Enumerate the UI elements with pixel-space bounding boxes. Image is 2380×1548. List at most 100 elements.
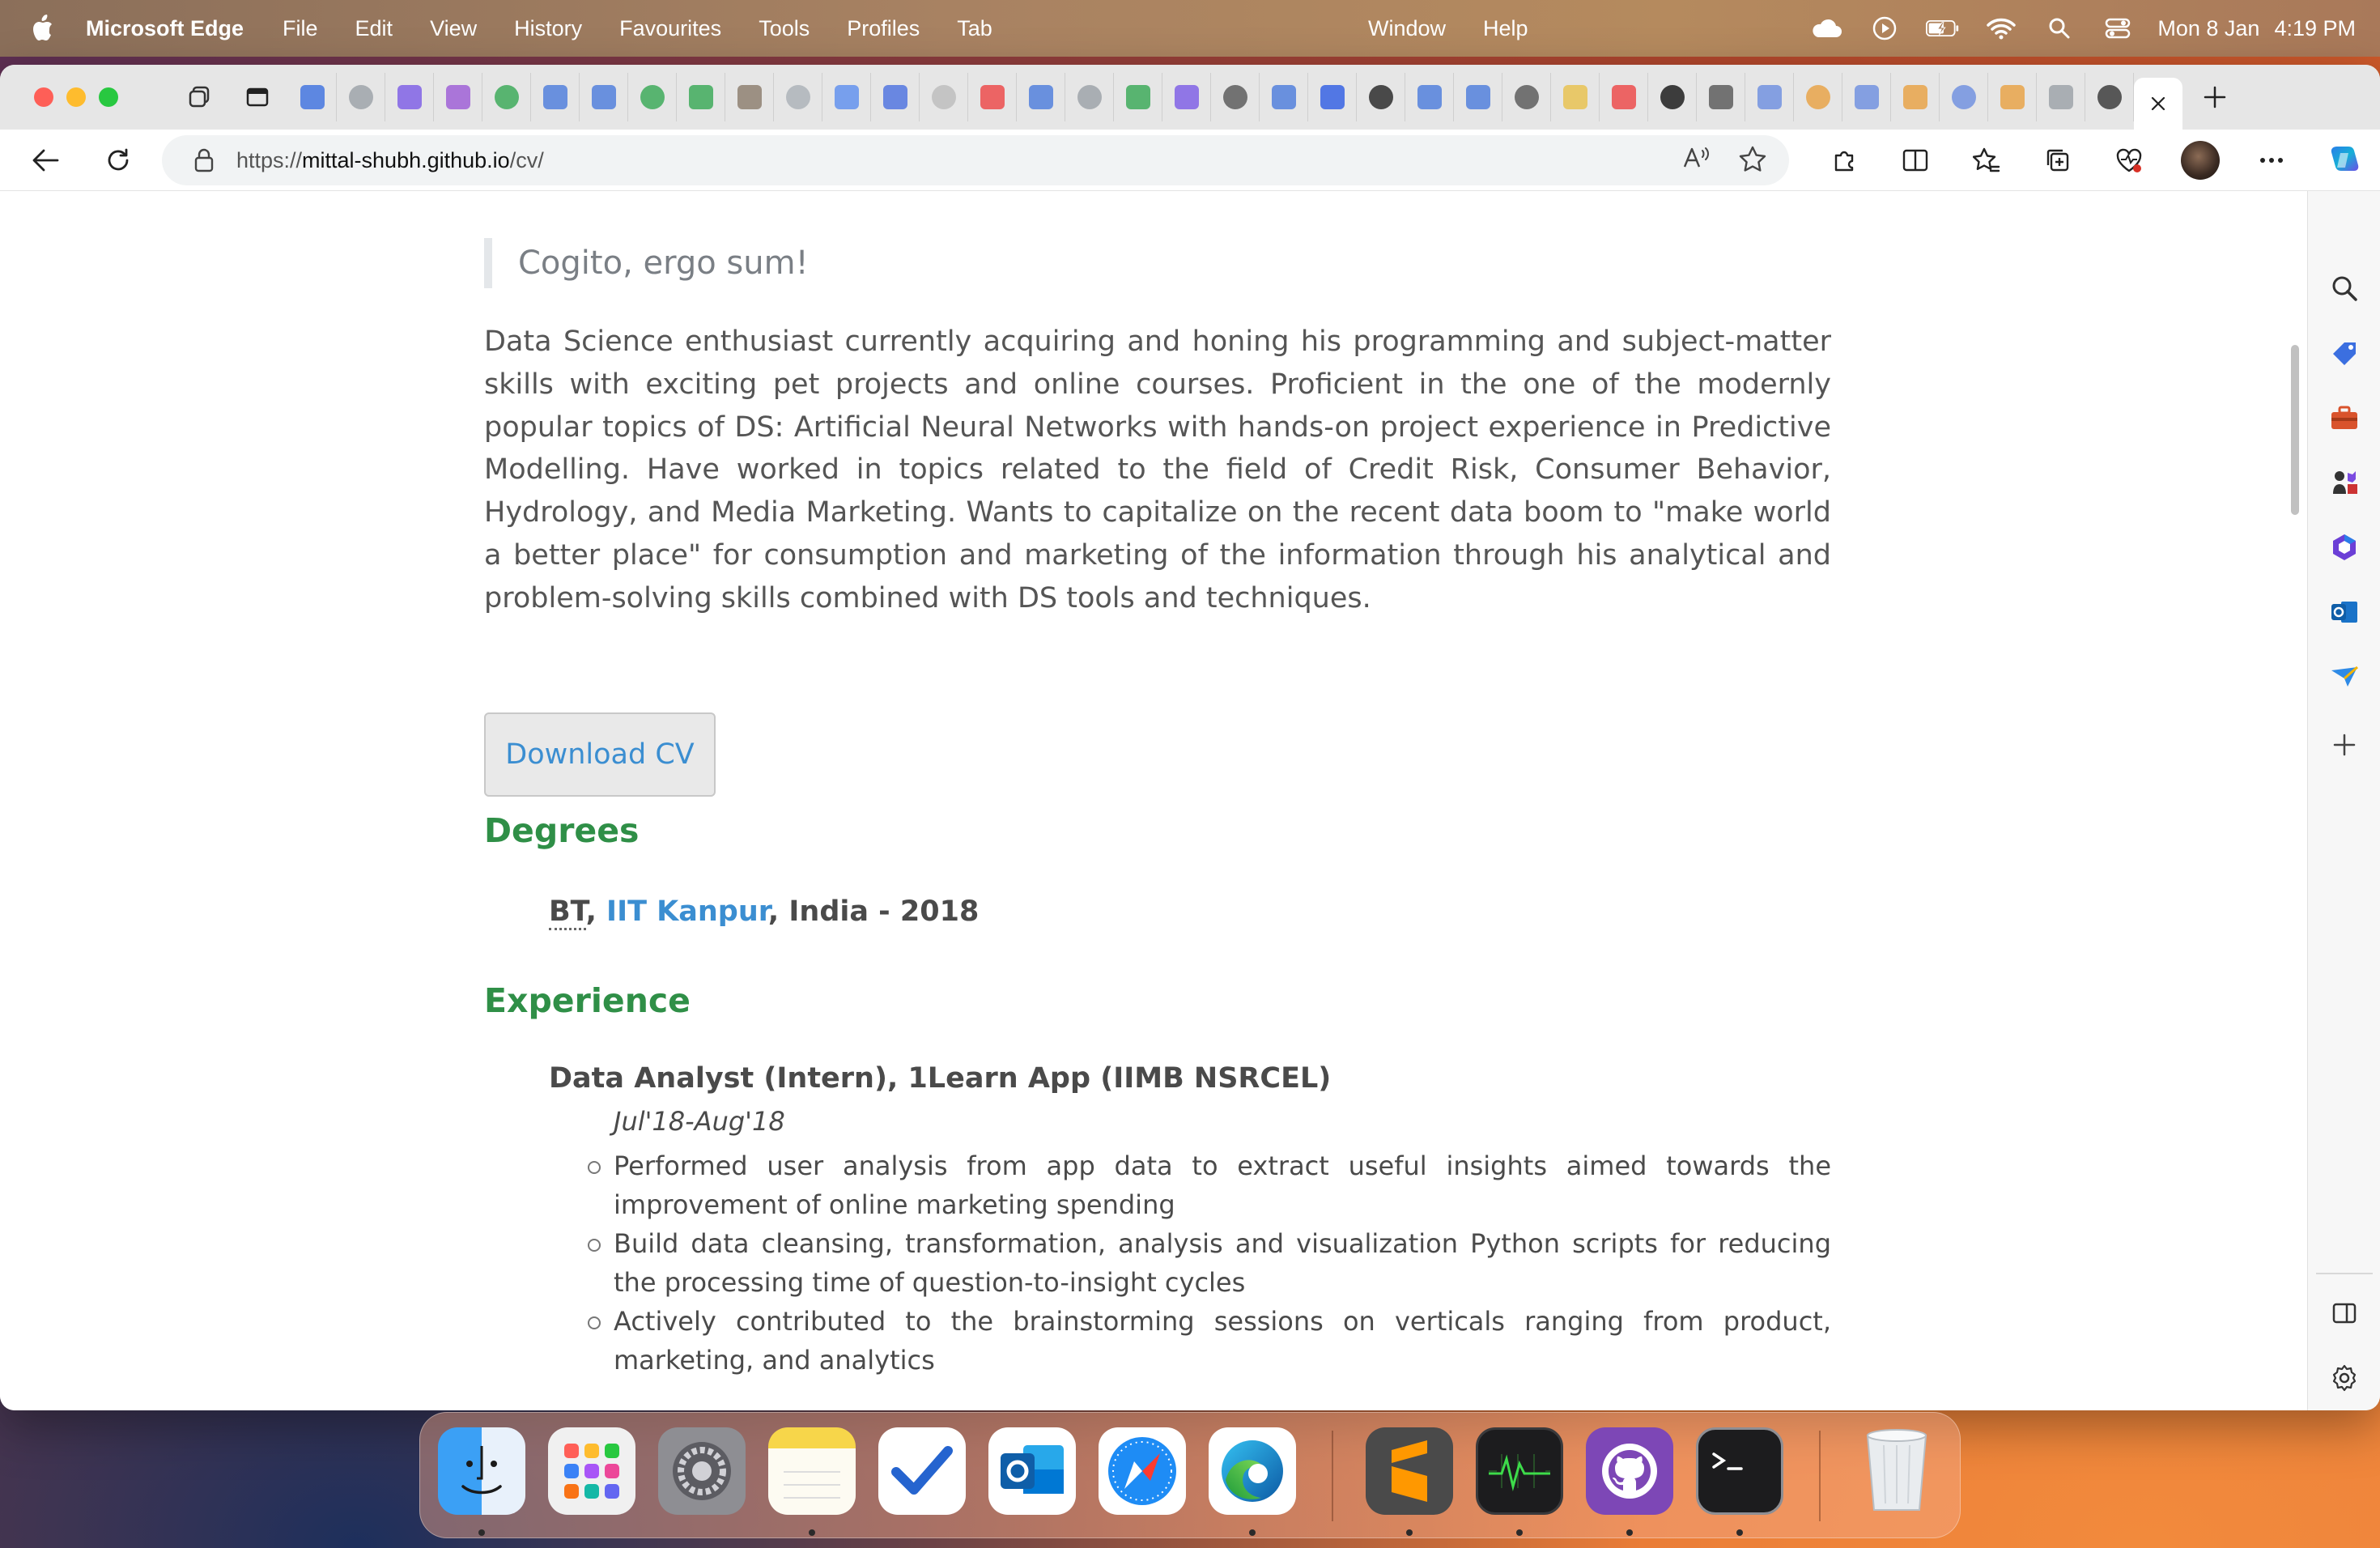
- menubar-clock[interactable]: Mon 8 Jan 4:19 PM: [2157, 16, 2356, 41]
- browser-tab[interactable]: [1405, 73, 1454, 121]
- close-window-button[interactable]: [34, 87, 53, 107]
- workspaces-icon[interactable]: [175, 73, 223, 121]
- extensions-icon[interactable]: [1820, 136, 1868, 185]
- browser-essentials-icon[interactable]: [2105, 136, 2153, 185]
- browser-tab[interactable]: [531, 73, 580, 121]
- browser-tab[interactable]: [871, 73, 920, 121]
- refresh-button[interactable]: [94, 136, 142, 185]
- browser-tab[interactable]: [628, 73, 677, 121]
- outlook-icon[interactable]: [2325, 593, 2364, 632]
- browser-tab[interactable]: [434, 73, 482, 121]
- play-icon[interactable]: [1868, 15, 1902, 42]
- profile-avatar[interactable]: [2176, 136, 2225, 185]
- degree-abbr[interactable]: BT: [549, 895, 586, 930]
- menu-history[interactable]: History: [514, 16, 582, 41]
- notes-icon[interactable]: [768, 1427, 856, 1515]
- vertical-tabs-icon[interactable]: [233, 73, 282, 121]
- copilot-icon[interactable]: [2320, 136, 2369, 185]
- collections-icon[interactable]: [2034, 136, 2082, 185]
- browser-tab[interactable]: [1211, 73, 1260, 121]
- browser-tab[interactable]: [2085, 73, 2134, 121]
- trash-icon[interactable]: [1853, 1427, 1940, 1515]
- back-button[interactable]: [21, 136, 70, 185]
- menu-tools[interactable]: Tools: [759, 16, 810, 41]
- browser-tab[interactable]: [1648, 73, 1697, 121]
- new-tab-button[interactable]: [2191, 73, 2239, 121]
- browser-tab[interactable]: [677, 73, 725, 121]
- more-menu-icon[interactable]: [2247, 136, 2296, 185]
- read-aloud-icon[interactable]: [1682, 146, 1711, 175]
- menu-app-name[interactable]: Microsoft Edge: [86, 16, 244, 41]
- icloud-icon[interactable]: [1809, 15, 1843, 42]
- menu-help[interactable]: Help: [1483, 16, 1528, 41]
- browser-tab[interactable]: [1940, 73, 1988, 121]
- sublime-text-icon[interactable]: [1366, 1427, 1453, 1515]
- browser-tab[interactable]: [1017, 73, 1065, 121]
- menu-edit[interactable]: Edit: [355, 16, 393, 41]
- apple-logo-icon[interactable]: [28, 12, 57, 45]
- edge-icon[interactable]: [1209, 1427, 1296, 1515]
- add-icon[interactable]: [2325, 725, 2364, 764]
- github-desktop-icon[interactable]: [1586, 1427, 1673, 1515]
- menu-file[interactable]: File: [283, 16, 318, 41]
- favorite-star-icon[interactable]: [1739, 146, 1766, 175]
- outlook-icon[interactable]: [988, 1427, 1076, 1515]
- browser-tab[interactable]: [1697, 73, 1745, 121]
- browser-tab[interactable]: [1551, 73, 1600, 121]
- activity-monitor-icon[interactable]: [1476, 1427, 1563, 1515]
- terminal-icon[interactable]: [1696, 1427, 1783, 1515]
- browser-tab[interactable]: [1745, 73, 1794, 121]
- battery-icon[interactable]: [1926, 15, 1960, 42]
- shopping-tag-icon[interactable]: [2325, 334, 2364, 372]
- browser-tab[interactable]: [1988, 73, 2037, 121]
- menu-window[interactable]: Window: [1368, 16, 1446, 41]
- send-icon[interactable]: [2325, 657, 2364, 696]
- safari-icon[interactable]: [1099, 1427, 1186, 1515]
- browser-tab[interactable]: [1502, 73, 1551, 121]
- browser-tab[interactable]: [337, 73, 385, 121]
- finder-icon[interactable]: [438, 1427, 525, 1515]
- tasks-icon[interactable]: [878, 1427, 966, 1515]
- browser-tab[interactable]: [1454, 73, 1502, 121]
- browser-tab[interactable]: [822, 73, 871, 121]
- browser-tab[interactable]: [385, 73, 434, 121]
- browser-tab[interactable]: [482, 73, 531, 121]
- browser-tab[interactable]: [1065, 73, 1114, 121]
- control-center-icon[interactable]: [2101, 15, 2135, 42]
- browser-tab[interactable]: [1891, 73, 1940, 121]
- menu-view[interactable]: View: [430, 16, 477, 41]
- split-screen-icon[interactable]: [1891, 136, 1940, 185]
- scrollbar-thumb[interactable]: [2291, 345, 2299, 515]
- browser-tab[interactable]: [725, 73, 774, 121]
- download-cv-button[interactable]: Download CV: [484, 712, 716, 797]
- browser-tab[interactable]: [774, 73, 822, 121]
- menu-tab[interactable]: Tab: [957, 16, 992, 41]
- tab-active[interactable]: [2134, 78, 2182, 130]
- browser-tab[interactable]: [968, 73, 1017, 121]
- settings-icon[interactable]: [2325, 1359, 2364, 1397]
- lock-icon[interactable]: [188, 148, 220, 172]
- browser-tab[interactable]: [1842, 73, 1891, 121]
- menu-profiles[interactable]: Profiles: [847, 16, 920, 41]
- page-scrollbar[interactable]: [2284, 191, 2307, 1410]
- tools-icon[interactable]: [2325, 398, 2364, 437]
- browser-tab[interactable]: [1114, 73, 1162, 121]
- split-screen-icon[interactable]: [2325, 1294, 2364, 1333]
- zoom-window-button[interactable]: [99, 87, 118, 107]
- browser-tab[interactable]: [1357, 73, 1405, 121]
- browser-tab[interactable]: [1162, 73, 1211, 121]
- launchpad-icon[interactable]: [548, 1427, 635, 1515]
- minimize-window-button[interactable]: [66, 87, 86, 107]
- institute-link[interactable]: IIT Kanpur: [606, 895, 768, 928]
- browser-tab[interactable]: [1260, 73, 1308, 121]
- wifi-icon[interactable]: [1984, 15, 2018, 42]
- browser-tab[interactable]: [288, 73, 337, 121]
- spotlight-search-icon[interactable]: [2042, 15, 2076, 42]
- browser-tab[interactable]: [920, 73, 968, 121]
- games-icon[interactable]: [2325, 463, 2364, 502]
- browser-tab[interactable]: [580, 73, 628, 121]
- office-icon[interactable]: [2325, 528, 2364, 567]
- browser-tab[interactable]: [2037, 73, 2085, 121]
- menu-favourites[interactable]: Favourites: [619, 16, 721, 41]
- browser-tab[interactable]: [1308, 73, 1357, 121]
